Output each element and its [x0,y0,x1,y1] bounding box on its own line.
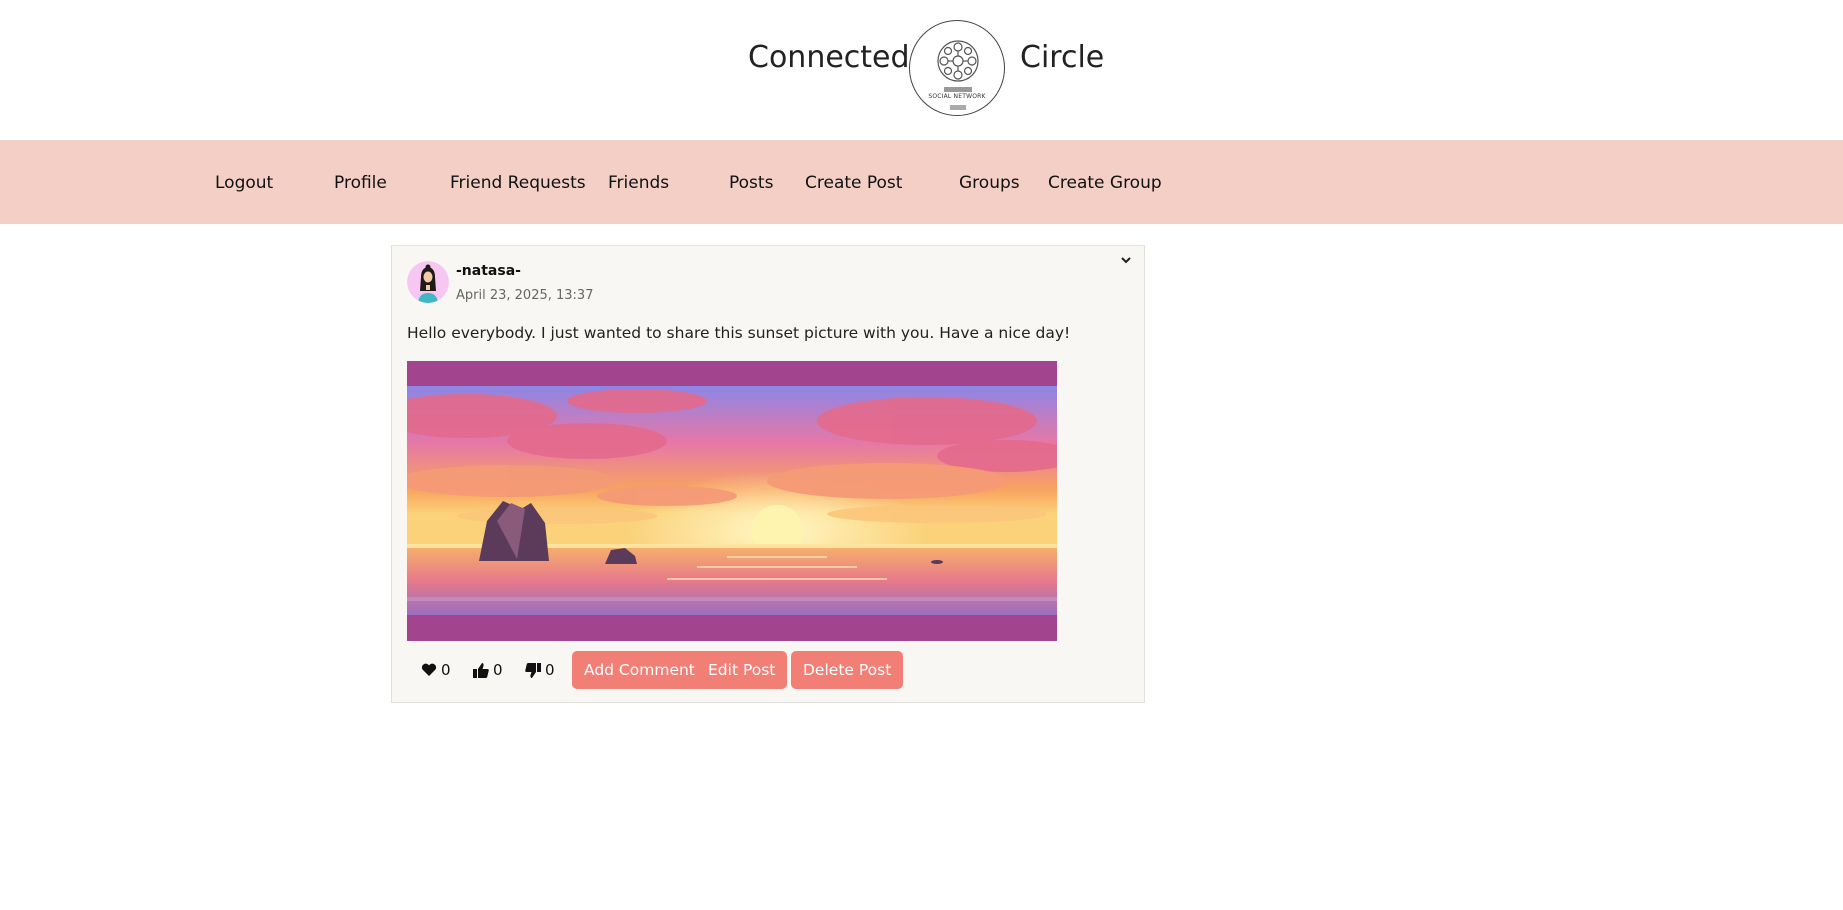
thumbs-down-icon [525,662,541,678]
dislike-reaction[interactable]: 0 [525,661,555,679]
like-reaction[interactable]: 0 [473,661,503,679]
user-avatar-icon [407,261,449,303]
heart-icon [421,663,437,676]
post-card: -natasa- April 23, 2025, 13:37 Hello eve… [391,245,1145,703]
nav-create-post[interactable]: Create Post [805,173,902,193]
avatar[interactable] [407,261,449,303]
chevron-down-icon[interactable] [1118,252,1134,268]
logo[interactable]: SOCIAL NETWORK [909,20,1005,116]
nav-friends[interactable]: Friends [608,173,669,193]
delete-post-button[interactable]: Delete Post [791,651,904,689]
post-author[interactable]: -natasa- [456,263,521,279]
nav-posts[interactable]: Posts [729,173,773,193]
sunset-image [407,386,1057,615]
post-timestamp: April 23, 2025, 13:37 [456,288,594,303]
post-image[interactable] [407,361,1057,641]
edit-post-button[interactable]: Edit Post [696,651,788,689]
brand-name-left: Connected [748,40,910,75]
dislike-count: 0 [545,661,555,679]
nav-logout[interactable]: Logout [215,173,273,193]
post-text: Hello everybody. I just wanted to share … [407,324,1071,342]
brand-name-right: Circle [1020,40,1105,75]
post-actions: 0 0 0 Add Comment Edit Post Delete Post [407,651,1127,689]
network-logo-icon [937,40,979,110]
logo-caption: SOCIAL NETWORK [928,93,986,100]
like-count: 0 [493,661,503,679]
nav-create-group[interactable]: Create Group [1048,173,1162,193]
thumbs-up-icon [473,662,489,678]
add-comment-button[interactable]: Add Comment [572,651,707,689]
nav-groups[interactable]: Groups [959,173,1020,193]
heart-count: 0 [441,661,451,679]
site-header: Connected SOCIAL NETWORK Circle [0,0,1843,140]
nav-profile[interactable]: Profile [334,173,387,193]
nav-friend-requests[interactable]: Friend Requests [450,173,586,193]
heart-reaction[interactable]: 0 [421,661,451,679]
main-nav: Logout Profile Friend Requests Friends P… [0,140,1843,224]
